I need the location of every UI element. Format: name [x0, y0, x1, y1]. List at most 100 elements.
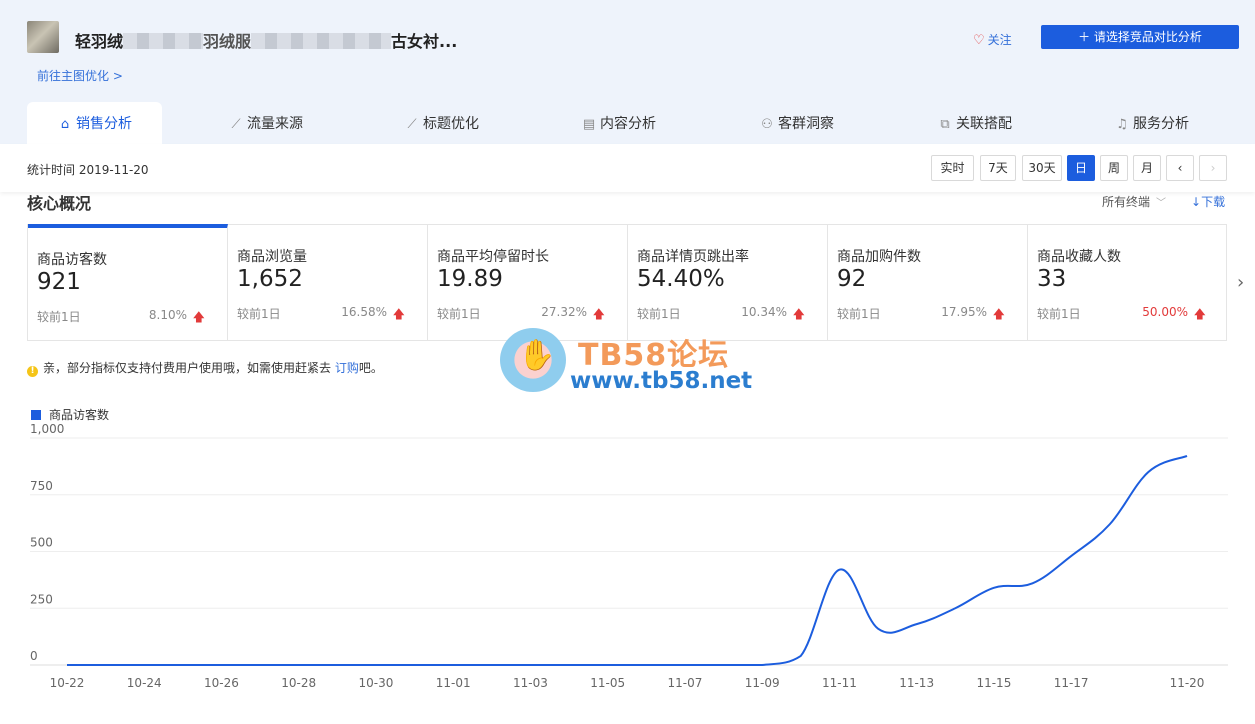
metric-card[interactable]: 商品加购件数 92 较前1日 17.95% 🡅: [828, 225, 1028, 340]
tab-bar: ⌂ 销售分析 ⟋ 流量来源 ⟋ 标题优化 ▤ 内容分析 ⚇ 客群洞察 ⧉ 关联搭配 ♫ 服务分…: [0, 102, 1255, 144]
metric-change: 17.95%: [941, 305, 987, 319]
period-7d[interactable]: 7天: [980, 155, 1016, 181]
x-tick-label: 11-11: [822, 676, 857, 690]
y-tick-label: 0: [30, 649, 38, 663]
prev-date-button[interactable]: ‹: [1166, 155, 1194, 181]
section-title: 核心概况: [27, 194, 92, 213]
shopping-bag-icon: ⌂: [60, 117, 70, 132]
metric-compare-label: 较前1日: [1037, 307, 1081, 321]
x-tick-label: 11-20: [1170, 676, 1205, 690]
metric-card[interactable]: 商品浏览量 1,652 较前1日 16.58% 🡅: [228, 225, 428, 340]
link-icon: ⧉: [940, 117, 950, 132]
metric-label: 商品访客数: [37, 252, 107, 268]
tab-audience[interactable]: ⚇ 客群洞察: [759, 102, 834, 144]
arrow-up-icon: 🡅: [992, 307, 1005, 321]
x-tick-label: 11-13: [899, 676, 934, 690]
product-thumbnail[interactable]: [27, 21, 59, 53]
x-tick-label: 11-17: [1054, 676, 1089, 690]
line-chart-icon: ⟋: [407, 117, 417, 132]
subscribe-link[interactable]: 订购: [335, 361, 359, 375]
tab-service[interactable]: ♫ 服务分析: [1114, 102, 1189, 144]
x-tick-label: 10-30: [359, 676, 394, 690]
metric-value: 921: [37, 269, 81, 295]
arrow-up-icon: 🡅: [192, 310, 205, 324]
tab-content[interactable]: ▤ 内容分析: [581, 102, 656, 144]
metric-card[interactable]: 商品详情页跳出率 54.40% 较前1日 10.34% 🡅: [628, 225, 828, 340]
x-tick-label: 10-24: [127, 676, 162, 690]
metric-label: 商品详情页跳出率: [637, 249, 749, 265]
line-chart-icon: ⟋: [231, 117, 241, 132]
x-tick-label: 11-05: [590, 676, 625, 690]
arrow-up-icon: 🡅: [592, 307, 605, 321]
follow-button[interactable]: ♡ 关注: [973, 31, 1012, 48]
period-30d[interactable]: 30天: [1022, 155, 1062, 181]
x-tick-label: 11-09: [745, 676, 780, 690]
product-title: 轻羽绒 羽绒服 古女衬...: [75, 32, 458, 51]
plus-icon: ＋: [1078, 30, 1094, 44]
y-tick-label: 250: [30, 592, 53, 606]
metric-label: 商品加购件数: [837, 249, 921, 265]
legend-swatch: [31, 410, 41, 420]
y-tick-label: 1,000: [30, 422, 64, 436]
metric-label: 商品收藏人数: [1037, 249, 1121, 265]
arrow-up-icon: 🡅: [392, 307, 405, 321]
tab-sales[interactable]: ⌂ 销售分析: [27, 102, 162, 144]
x-tick-label: 11-07: [667, 676, 702, 690]
metric-compare-label: 较前1日: [437, 307, 481, 321]
arrow-up-icon: 🡅: [1193, 307, 1206, 321]
metric-label: 商品平均停留时长: [437, 249, 549, 265]
x-tick-label: 10-28: [281, 676, 316, 690]
arrow-up-icon: 🡅: [792, 307, 805, 321]
metric-value: 19.89: [437, 266, 503, 292]
stat-time: 统计时间 2019-11-20: [27, 163, 149, 177]
y-tick-label: 500: [30, 536, 53, 550]
metric-compare-label: 较前1日: [237, 307, 281, 321]
users-icon: ⚇: [761, 117, 773, 132]
line-chart: 0 250 500 750 1,000 10-22 10-24 10-26 10-28 10-30…: [30, 422, 1228, 690]
chevron-down-icon: ﹀: [1156, 198, 1167, 209]
metric-value: 54.40%: [637, 266, 725, 292]
document-icon: ▤: [582, 117, 596, 132]
compare-competitor-button[interactable]: ＋ 请选择竞品对比分析: [1041, 25, 1239, 49]
watermark-url: www.tb58.net: [570, 368, 753, 394]
period-day[interactable]: 日: [1067, 155, 1095, 181]
period-week[interactable]: 周: [1100, 155, 1128, 181]
hand-icon: ✋: [518, 338, 556, 373]
download-button[interactable]: ↓下载: [1191, 193, 1225, 210]
metric-compare-label: 较前1日: [637, 307, 681, 321]
series-line: [67, 454, 1188, 666]
warning-icon: !: [27, 366, 38, 377]
x-tick-label: 11-03: [513, 676, 548, 690]
upgrade-notice: ! 亲，部分指标仅支持付费用户使用哦，如需使用赶紧去 订购吧。: [27, 359, 383, 377]
metric-change: 10.34%: [741, 305, 787, 319]
goto-main-image-link[interactable]: 前往主图优化 >: [37, 67, 123, 84]
metric-change: 27.32%: [541, 305, 587, 319]
metric-change: 8.10%: [148, 308, 187, 322]
tab-title-optimize[interactable]: ⟋ 标题优化: [404, 102, 479, 144]
x-tick-label: 11-01: [436, 676, 471, 690]
x-tick-label: 10-22: [50, 676, 85, 690]
metric-value: 33: [1037, 266, 1067, 292]
metric-card[interactable]: 商品平均停留时长 19.89 较前1日 27.32% 🡅: [428, 225, 628, 340]
metric-card[interactable]: 商品访客数 921 较前1日 8.10% 🡅: [28, 224, 228, 341]
headset-icon: ♫: [1116, 117, 1128, 132]
metric-label: 商品浏览量: [237, 249, 307, 265]
watermark: ✋ TB58论坛 www.tb58.net: [500, 324, 760, 396]
terminal-select[interactable]: 所有终端 ﹀: [1102, 193, 1166, 210]
metric-value: 92: [837, 266, 867, 292]
tab-matching[interactable]: ⧉ 关联搭配: [937, 102, 1012, 144]
x-tick-label: 10-26: [204, 676, 239, 690]
metric-compare-label: 较前1日: [837, 307, 881, 321]
chevron-right-icon[interactable]: ›: [1237, 272, 1244, 293]
metric-card[interactable]: 商品收藏人数 33 较前1日 50.00% 🡅: [1028, 225, 1228, 340]
y-tick-label: 750: [30, 479, 53, 493]
next-date-button[interactable]: ›: [1199, 155, 1227, 181]
metric-compare-label: 较前1日: [37, 310, 81, 324]
tab-traffic[interactable]: ⟋ 流量来源: [228, 102, 303, 144]
metric-change: 50.00%: [1142, 305, 1188, 319]
x-tick-label: 11-15: [976, 676, 1011, 690]
period-realtime[interactable]: 实时: [931, 155, 974, 181]
download-icon: ↓: [1191, 195, 1202, 209]
period-month[interactable]: 月: [1133, 155, 1161, 181]
metric-change: 16.58%: [341, 305, 387, 319]
